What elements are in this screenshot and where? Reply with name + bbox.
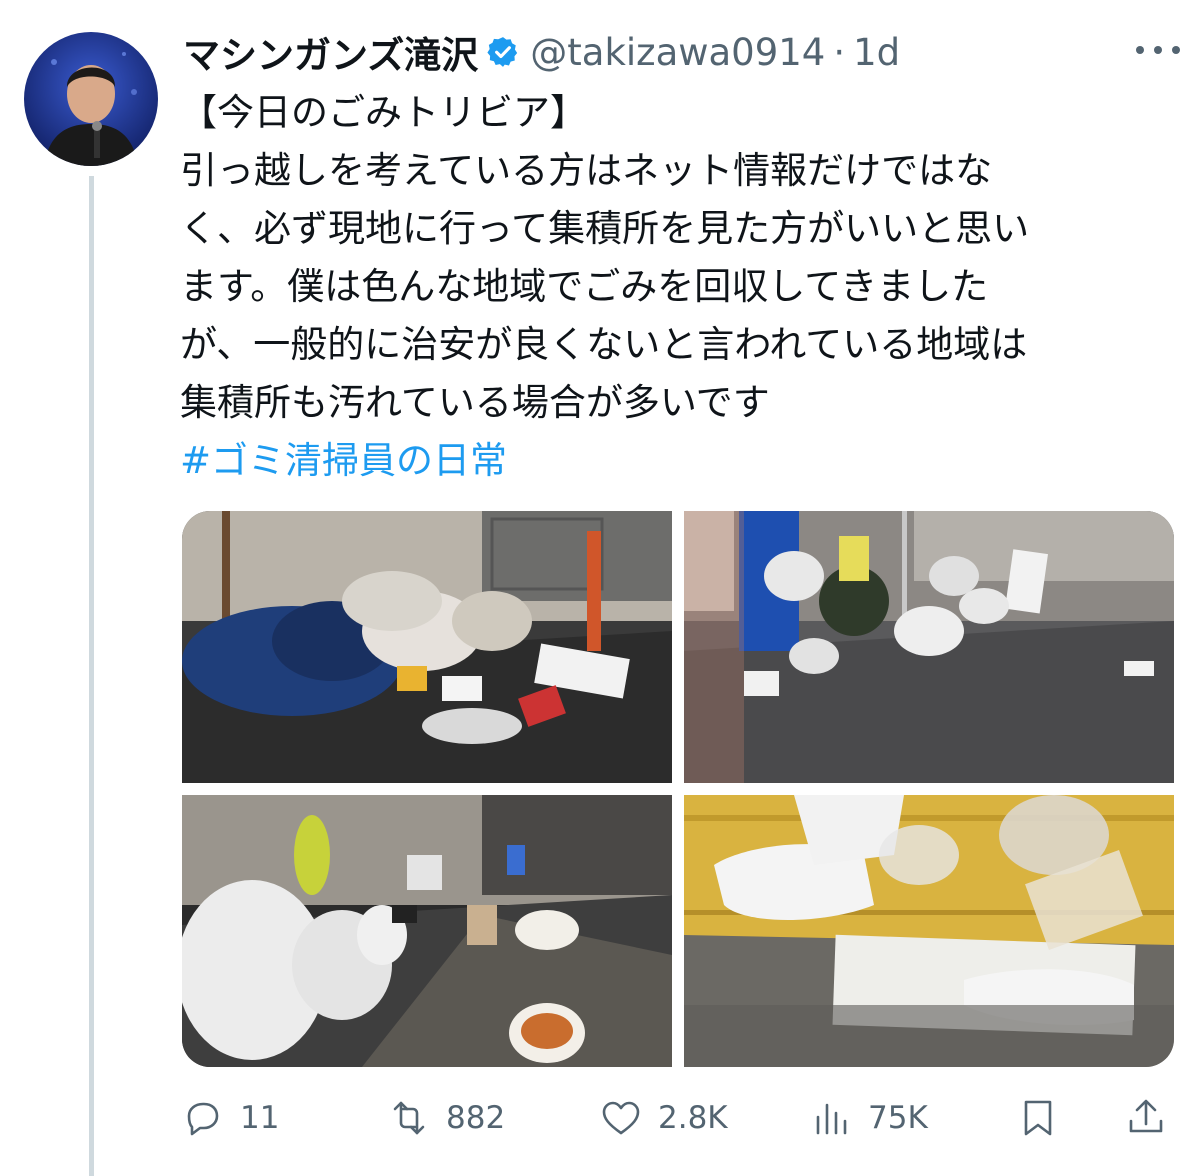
photo-2[interactable]	[684, 511, 1174, 783]
photo-3[interactable]	[182, 795, 672, 1067]
tweet-text-line: 集積所も汚れている場合が多いです	[180, 381, 770, 424]
repost-button[interactable]: 882	[386, 1088, 505, 1148]
views-button[interactable]: 75K	[808, 1088, 928, 1148]
tweet-text-line: 【今日のごみトリビア】	[180, 91, 587, 134]
more-dots-icon[interactable]	[1136, 36, 1180, 64]
tweet-text: 【今日のごみトリビア】 引っ越しを考えている方はネット情報だけではな く、必ず現…	[180, 84, 1170, 490]
share-upload-icon	[1129, 1099, 1163, 1133]
header-separator: ·	[833, 30, 846, 74]
reply-count: 11	[240, 1100, 280, 1136]
heart-icon	[602, 1101, 640, 1135]
bar-chart-icon	[816, 1103, 847, 1135]
tweet-text-line: ます。僕は色んな地域でごみを回収してきました	[180, 265, 989, 308]
tweet-text-line: 引っ越しを考えている方はネット情報だけではな	[180, 149, 993, 192]
photo-1[interactable]	[182, 511, 672, 783]
tweet-time[interactable]: 1d	[853, 31, 900, 74]
action-bar: 11 882 2.8K 75K	[180, 1088, 1170, 1148]
author-name[interactable]: マシンガンズ滝沢	[183, 25, 478, 79]
bookmark-button[interactable]	[1015, 1088, 1061, 1148]
photo-4[interactable]	[684, 795, 1174, 1067]
bookmark-icon	[1024, 1100, 1052, 1136]
reply-bubble-icon	[187, 1102, 219, 1136]
author-handle[interactable]: @takizawa0914	[530, 31, 825, 74]
view-count: 75K	[868, 1100, 928, 1136]
like-button[interactable]: 2.8K	[598, 1088, 728, 1148]
repost-count: 882	[446, 1100, 506, 1136]
tweet-header: マシンガンズ滝沢 @takizawa0914 · 1d	[183, 26, 900, 78]
share-button[interactable]	[1123, 1088, 1169, 1148]
media-grid	[182, 511, 1174, 1067]
tweet-text-line: く、必ず現地に行って集積所を見た方がいいと思い	[180, 207, 1030, 250]
thread-line	[89, 176, 94, 1176]
reply-button[interactable]: 11	[180, 1088, 279, 1148]
hashtag-link[interactable]: #ゴミ清掃員の日常	[180, 432, 1170, 490]
verified-badge-icon	[487, 37, 518, 67]
author-avatar[interactable]	[24, 32, 158, 166]
like-count: 2.8K	[658, 1100, 728, 1136]
repost-arrows-icon	[393, 1101, 425, 1135]
tweet-text-line: が、一般的に治安が良くないと言われている地域は	[180, 323, 1028, 366]
